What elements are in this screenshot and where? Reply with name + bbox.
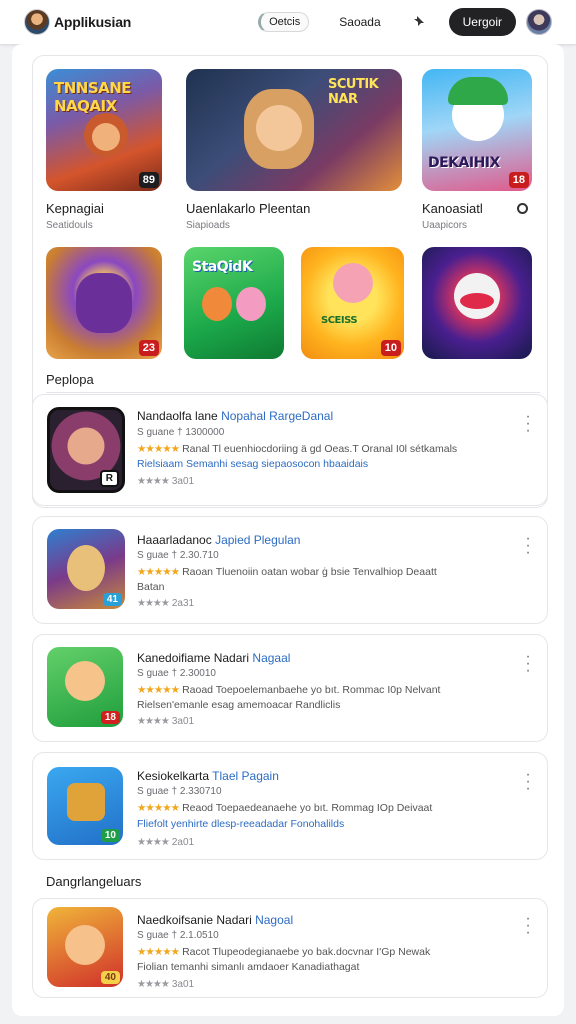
list-desc2: Fliefolt yenhirte dlesp-reeadadar Fonoha… bbox=[137, 818, 345, 830]
tile-title-2: Uaenlakarlo Pleentan bbox=[186, 201, 311, 216]
list-desc: ★★★★★ Raoad Toepoelemanbaehe yo bıt. Romm… bbox=[137, 684, 441, 696]
list-item[interactable]: 40 Naedkoifsanie Nadari Nagoal S guae † … bbox=[32, 898, 548, 998]
gray-stars-icon: ★★★★ bbox=[137, 837, 170, 848]
star-rating-icon: ★★★★★ bbox=[137, 443, 180, 455]
tile-art-text: DEKAIHIX bbox=[428, 155, 500, 171]
gray-stars-icon: ★★★★ bbox=[137, 476, 170, 487]
gray-stars-icon: ★★★★ bbox=[137, 598, 170, 609]
thumb-badge: R bbox=[99, 470, 119, 487]
list-rating: ★★★★ 3a01 bbox=[137, 979, 195, 990]
list-meta: S guane † 1300000 bbox=[137, 427, 225, 438]
more-options-icon[interactable]: · · · bbox=[525, 767, 531, 797]
list-meta: S guae † 2.30010 bbox=[137, 668, 216, 679]
list-desc2: Rielsiaam Semanhi sesag siepaosocon hbaa… bbox=[137, 458, 369, 470]
star-rating-icon: ★★★★★ bbox=[137, 684, 180, 696]
list-title: Kanedoifiame Nadari Nagaal bbox=[137, 651, 291, 665]
top-link[interactable]: Saoada bbox=[339, 15, 380, 29]
primary-button[interactable]: Uergoir bbox=[448, 8, 516, 36]
list-tag: Tlael Pagain bbox=[212, 769, 279, 783]
star-rating-icon: ★★★★★ bbox=[137, 946, 180, 958]
list-item[interactable]: 18 Kanedoifiame Nadari Nagaal S guae † 2… bbox=[32, 634, 548, 742]
list-desc: ★★★★★ Raoan Tluenoiin oatan wobar ġ bsie … bbox=[137, 566, 437, 578]
list-title: Haaarladanoc Japied Plegulan bbox=[137, 533, 301, 547]
list-thumb: 18 bbox=[47, 647, 123, 727]
list-rating: ★★★★ 3a01 bbox=[137, 476, 195, 487]
thumb-badge: 10 bbox=[100, 829, 120, 842]
thumb-badge: 41 bbox=[102, 593, 122, 606]
list-item[interactable]: 41 Haaarladanoc Japied Plegulan S guae †… bbox=[32, 516, 548, 624]
list-desc2: Fiolian temanhi simanlı amdaoer Kanadiat… bbox=[137, 961, 360, 973]
list-tag: Japied Plegulan bbox=[215, 533, 301, 547]
list-tag: Nagoal bbox=[255, 913, 294, 927]
list-meta: S guae † 2.1.0510 bbox=[137, 930, 219, 941]
app-avatar[interactable] bbox=[24, 9, 50, 35]
list-rating: ★★★★ 3a01 bbox=[137, 716, 195, 727]
tile-badge: 23 bbox=[138, 340, 159, 356]
thumb-badge: 18 bbox=[100, 711, 120, 724]
tile-art-text: StaQidK bbox=[192, 259, 253, 275]
tile-art-text: SCEISS bbox=[321, 315, 358, 326]
top-links: Oetcis Saoada Uergoir bbox=[258, 8, 552, 36]
list-tag: Nopahal RargeDanal bbox=[221, 409, 334, 423]
tile-badge: 10 bbox=[380, 340, 401, 356]
list-desc: ★★★★★ Reaod Toepaedeanaehe yo bıt. Rommag… bbox=[137, 802, 433, 814]
list-rating: ★★★★ 2a31 bbox=[137, 598, 195, 609]
star-rating-icon: ★★★★★ bbox=[137, 566, 180, 578]
more-options-icon[interactable]: · · · bbox=[525, 911, 531, 941]
list-title: Nandaolfa lane Nopahal RargeDanal bbox=[137, 409, 334, 423]
list-meta: S guae † 2.30.710 bbox=[137, 550, 219, 561]
list-desc2: Batan bbox=[137, 581, 165, 593]
list-rating: ★★★★ 2a01 bbox=[137, 837, 195, 848]
filter-pill[interactable]: Oetcis bbox=[258, 12, 310, 32]
more-options-icon[interactable]: · · · bbox=[525, 409, 531, 439]
list-desc: ★★★★★ Ranal Tl euenhiocdoriing ä gd Oeas.… bbox=[137, 443, 458, 455]
list-title: Naedkoifsanie Nadari Nagoal bbox=[137, 913, 294, 927]
list-item[interactable]: R Nandaolfa lane Nopahal RargeDanal S gu… bbox=[32, 394, 548, 506]
gray-stars-icon: ★★★★ bbox=[137, 716, 170, 727]
top-bar: Applikusian Oetcis Saoada Uergoir bbox=[0, 0, 576, 44]
tile-title-1: Kepnagiai bbox=[46, 201, 104, 216]
featured-tile-5[interactable]: StaQidK bbox=[184, 247, 284, 359]
list-thumb: R bbox=[47, 407, 125, 493]
tile-subtitle-2: Siapioads bbox=[186, 220, 230, 231]
user-avatar[interactable] bbox=[526, 9, 552, 35]
list-title: Kesiokelkarta Tlael Pagain bbox=[137, 769, 279, 783]
more-options-icon[interactable]: · · · bbox=[525, 649, 531, 679]
section-label-2: Dangrlangeluars bbox=[46, 874, 142, 889]
featured-tile-6[interactable]: SCEISS 10 bbox=[301, 247, 404, 359]
list-thumb: 10 bbox=[47, 767, 123, 845]
featured-tile-1[interactable]: TNNSANE NAQAIX 89 bbox=[46, 69, 162, 191]
list-tag: Nagaal bbox=[252, 651, 291, 665]
featured-tile-7[interactable] bbox=[422, 247, 532, 359]
section-label-1: Peplopa bbox=[46, 372, 94, 387]
featured-tile-2[interactable]: SCUTIK NAR bbox=[186, 69, 402, 191]
more-options-icon[interactable]: · · · bbox=[525, 531, 531, 561]
list-desc2: Rielsen'emanle esag amemoacar Randliclis bbox=[137, 699, 341, 711]
tile-badge: 89 bbox=[138, 172, 159, 188]
list-meta: S guae † 2.330710 bbox=[137, 786, 222, 797]
divider bbox=[46, 392, 540, 393]
tile-badge: 18 bbox=[508, 172, 529, 188]
tile-subtitle-1: Seatidouls bbox=[46, 220, 93, 231]
list-thumb: 40 bbox=[47, 907, 123, 987]
featured-tile-4[interactable]: 23 bbox=[46, 247, 162, 359]
thumb-badge: 40 bbox=[100, 971, 120, 984]
featured-tile-3[interactable]: DEKAIHIX 18 bbox=[422, 69, 532, 191]
options-circle-icon[interactable] bbox=[517, 203, 528, 214]
tile-subtitle-3: Uaapicors bbox=[422, 220, 468, 231]
gray-stars-icon: ★★★★ bbox=[137, 979, 170, 990]
app-name: Applikusian bbox=[54, 14, 132, 30]
list-desc: ★★★★★ Racot Tlupeodegianaebe yo bak.docvn… bbox=[137, 946, 431, 958]
list-item[interactable]: 10 Kesiokelkarta Tlael Pagain S guae † 2… bbox=[32, 752, 548, 860]
tile-art-text: SCUTIK NAR bbox=[328, 77, 379, 107]
tile-art-text: TNNSANE NAQAIX bbox=[54, 79, 132, 115]
list-thumb: 41 bbox=[47, 529, 125, 609]
star-rating-icon: ★★★★★ bbox=[137, 802, 180, 814]
pin-icon[interactable] bbox=[411, 15, 427, 30]
tile-title-3: Kanoasiatl bbox=[422, 201, 483, 216]
